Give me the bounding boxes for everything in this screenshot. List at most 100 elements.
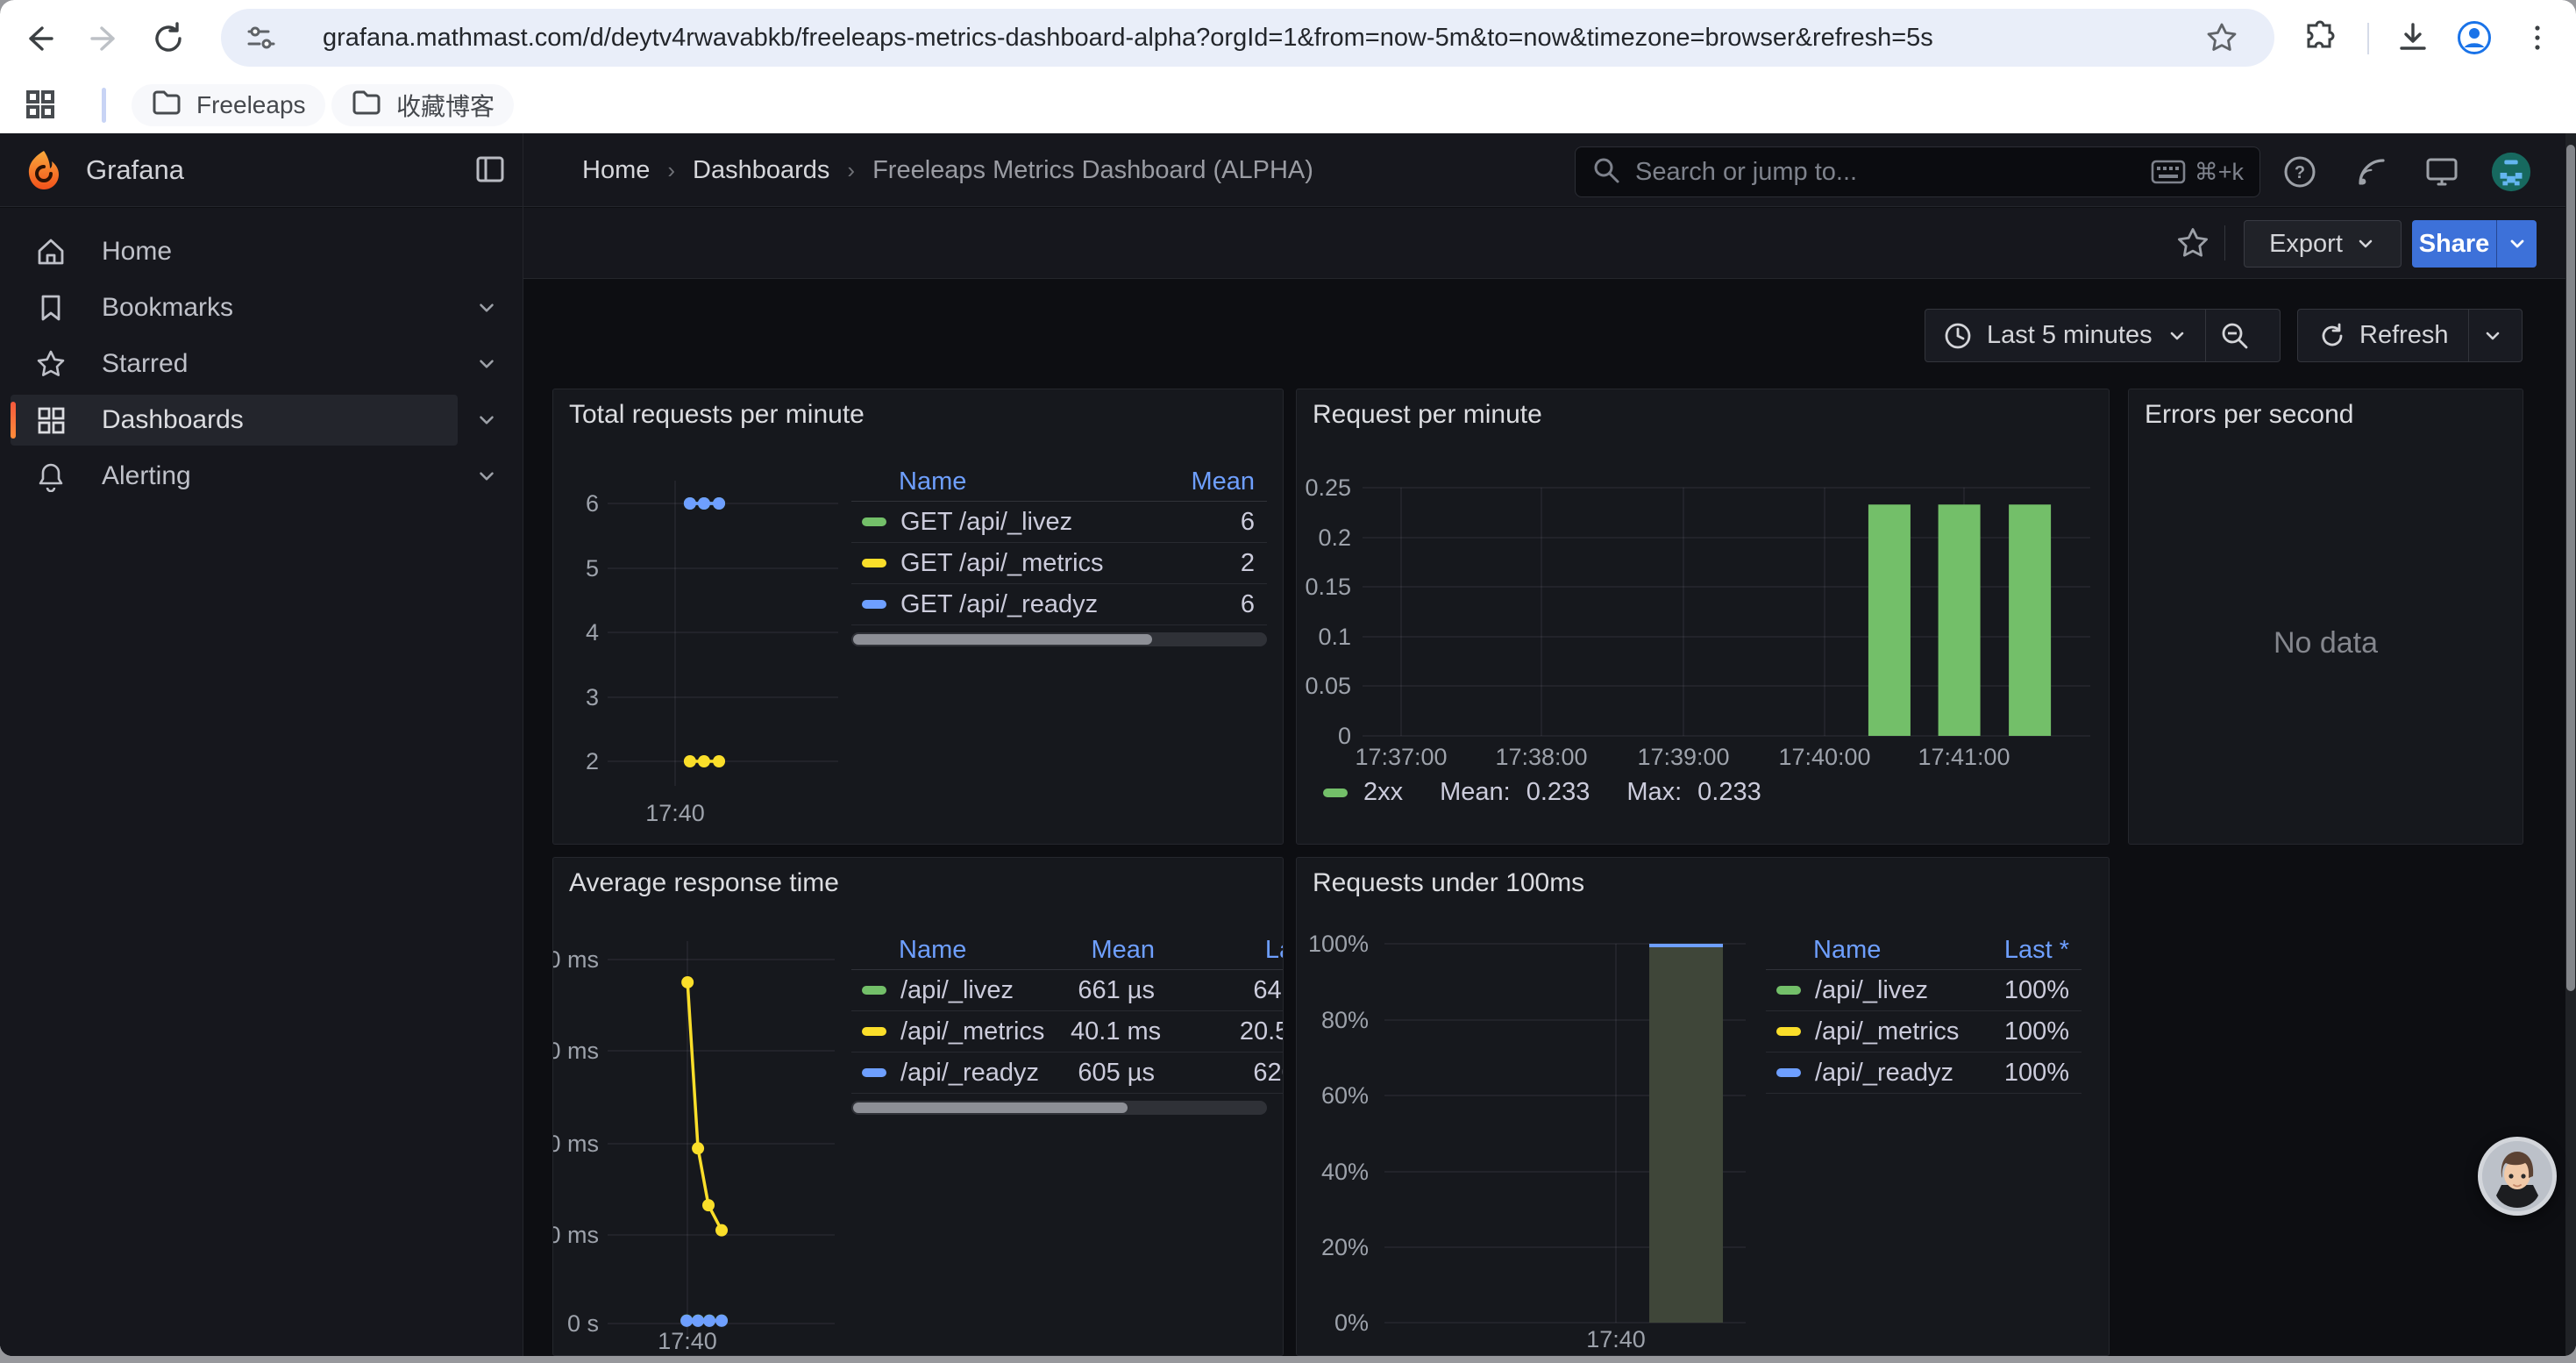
legend-column-mean[interactable]: Mean [1171, 467, 1267, 496]
legend-row[interactable]: /api/_metrics40.1 ms20.5 ms [851, 1011, 1284, 1053]
legend-scrollbar[interactable] [851, 1101, 1267, 1115]
legend-row[interactable]: /api/_livez661 µs646 µs [851, 970, 1284, 1011]
controls-divider [2224, 225, 2225, 260]
legend-scrollbar-thumb[interactable] [853, 1103, 1128, 1113]
apps-grid-icon[interactable] [21, 85, 60, 124]
legend-scrollbar-thumb[interactable] [853, 634, 1152, 645]
breadcrumb-dashboards[interactable]: Dashboards [693, 156, 829, 185]
legend-swatch [862, 559, 886, 567]
panel-legend-table: NameMeanLast * /api/_livez661 µs646 µs/ap… [851, 931, 1284, 1115]
bookmarks-divider [102, 88, 106, 123]
zoom-out-time-icon[interactable] [2205, 309, 2265, 362]
svg-text:17:40: 17:40 [658, 1328, 717, 1354]
sidebar-item-dashboards[interactable]: Dashboards [11, 395, 458, 446]
search-input[interactable]: Search or jump to... ⌘+k [1575, 146, 2260, 197]
svg-text:17:38:00: 17:38:00 [1495, 744, 1587, 770]
export-button[interactable]: Export [2244, 220, 2402, 268]
legend-row[interactable]: /api/_livez 100% [1766, 970, 2081, 1011]
svg-text:17:40: 17:40 [1586, 1326, 1646, 1352]
favorite-star-icon[interactable] [2175, 225, 2210, 260]
svg-text:0.25: 0.25 [1305, 475, 1351, 501]
legend-swatch [862, 1068, 886, 1077]
legend-header: NameLast * [1766, 931, 2081, 970]
legend-row[interactable]: /api/_readyz100% [1766, 1053, 2081, 1094]
panel-legend[interactable]: 2xx Mean: 0.233 Max: 0.233 [1323, 778, 1761, 807]
legend-row[interactable]: GET /api/_metrics2 [851, 543, 1267, 584]
legend-column-name[interactable]: Name [851, 936, 1071, 965]
legend-series-name[interactable]: /api/_metrics [900, 1017, 1044, 1046]
share-label: Share [2412, 230, 2496, 259]
legend-row[interactable]: GET /api/_readyz6 [851, 584, 1267, 625]
legend-series-name[interactable]: /api/_livez [900, 976, 1014, 1005]
legend-column-name[interactable]: Name [1766, 936, 1981, 965]
downloads-icon[interactable] [2394, 18, 2432, 57]
grafana-logo[interactable] [23, 149, 65, 191]
legend-series-name[interactable]: /api/_readyz [900, 1059, 1039, 1088]
legend-value: 100% [1981, 1017, 2081, 1046]
page-scrollbar-track[interactable] [2565, 133, 2576, 1356]
news-rss-icon[interactable] [2351, 151, 2393, 193]
browser-toolbar: grafana.mathmast.com/d/deytv4rwavabkb/fr… [0, 0, 2576, 75]
page-scrollbar-thumb[interactable] [2566, 145, 2575, 991]
legend-swatch [862, 1027, 886, 1036]
legend-column-mean[interactable]: Mean [1071, 936, 1167, 965]
svg-text:20 ms: 20 ms [553, 1222, 599, 1248]
chevron-down-icon[interactable] [475, 409, 498, 432]
refresh-label: Refresh [2359, 321, 2449, 350]
browser-window: grafana.mathmast.com/d/deytv4rwavabkb/fr… [0, 0, 2576, 1356]
legend-series-name[interactable]: GET /api/_readyz [900, 590, 1098, 619]
svg-text:60%: 60% [1321, 1082, 1369, 1109]
svg-text:80%: 80% [1321, 1007, 1369, 1033]
legend-column-last[interactable]: Last * [1167, 936, 1284, 965]
grafana-user-avatar[interactable] [2490, 151, 2532, 193]
bookmark-star-icon[interactable] [2202, 18, 2241, 57]
address-bar[interactable]: grafana.mathmast.com/d/deytv4rwavabkb/fr… [221, 9, 2274, 67]
chevron-down-icon[interactable] [475, 465, 498, 488]
bookmark-folder-blogs[interactable]: 收藏博客 [331, 84, 514, 126]
browser-menu-icon[interactable] [2518, 18, 2557, 57]
time-range-label: Last 5 minutes [1987, 321, 2153, 350]
legend-column-name[interactable]: Name [851, 467, 1171, 496]
share-button[interactable]: Share [2412, 220, 2537, 268]
sidebar-item-home[interactable]: Home [11, 226, 458, 277]
reload-icon[interactable] [149, 19, 188, 58]
sidebar-item-label: Home [102, 237, 172, 267]
help-icon[interactable]: ? [2279, 151, 2321, 193]
breadcrumb-home[interactable]: Home [582, 156, 650, 185]
legend-row[interactable]: GET /api/_livez6 [851, 502, 1267, 543]
legend-row[interactable]: /api/_readyz605 µs620 µs [851, 1053, 1284, 1094]
legend-series-name[interactable]: 2xx [1363, 778, 1403, 807]
floating-assistant-avatar[interactable] [2478, 1137, 2557, 1216]
forward-icon[interactable] [84, 19, 123, 58]
url-text[interactable]: grafana.mathmast.com/d/deytv4rwavabkb/fr… [323, 9, 1933, 67]
legend-column-last[interactable]: Last * [1981, 936, 2081, 965]
panel-title[interactable]: Errors per second [2145, 400, 2353, 430]
legend-series-name[interactable]: GET /api/_metrics [900, 549, 1104, 578]
sidebar-item-alerting[interactable]: Alerting [11, 451, 458, 502]
back-icon[interactable] [21, 19, 60, 58]
refresh-button[interactable]: Refresh [2297, 309, 2523, 362]
extensions-icon[interactable] [2301, 18, 2339, 57]
legend-series-name[interactable]: GET /api/_livez [900, 508, 1072, 537]
legend-series-name[interactable]: /api/_livez [1815, 976, 1928, 1005]
grafana-app: Grafana Home › Dashboards › Freeleaps Me… [0, 133, 2576, 1356]
profile-icon[interactable] [2455, 18, 2494, 57]
monitor-icon[interactable] [2421, 151, 2463, 193]
svg-text:20%: 20% [1321, 1234, 1369, 1260]
svg-text:40 ms: 40 ms [553, 1131, 599, 1157]
legend-scrollbar[interactable] [851, 632, 1267, 646]
bookmark-folder-label: Freeleaps [196, 91, 306, 119]
sidebar-collapse-icon[interactable] [473, 153, 509, 188]
site-settings-icon[interactable] [242, 18, 281, 57]
refresh-interval-chevron[interactable] [2468, 309, 2517, 362]
bookmark-folder-freeleaps[interactable]: Freeleaps [132, 84, 325, 126]
share-menu-chevron[interactable] [2496, 220, 2537, 268]
legend-series-name[interactable]: /api/_readyz [1815, 1059, 1953, 1088]
folder-icon [151, 87, 182, 125]
legend-mean-label: Mean: [1440, 778, 1511, 807]
svg-text:17:40: 17:40 [645, 800, 705, 826]
time-range-picker[interactable]: Last 5 minutes [1925, 309, 2281, 362]
legend-row[interactable]: /api/_metrics 100% [1766, 1011, 2081, 1053]
legend-series-name[interactable]: /api/_metrics [1815, 1017, 1959, 1046]
legend-value: 100% [1981, 976, 2081, 1005]
